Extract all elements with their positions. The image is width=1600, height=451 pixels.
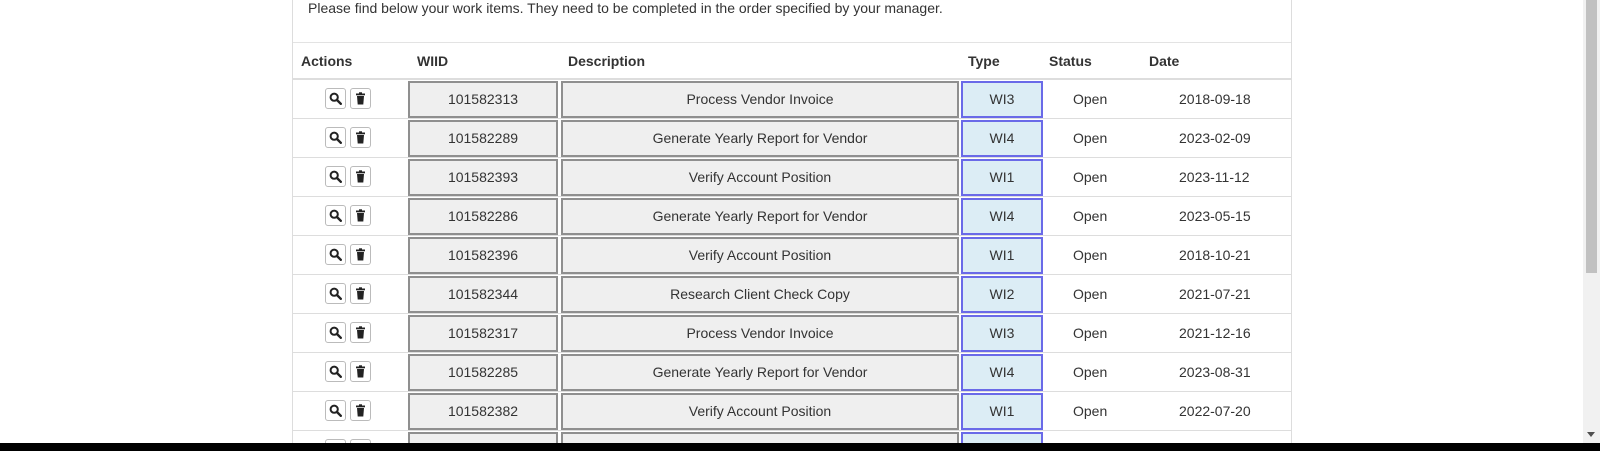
- row-actions: [325, 166, 375, 187]
- delete-button[interactable]: [350, 283, 371, 304]
- delete-button[interactable]: [350, 127, 371, 148]
- description-cell[interactable]: Verify Account Position: [561, 237, 959, 274]
- type-cell[interactable]: [961, 432, 1043, 443]
- table-row: [293, 431, 1291, 443]
- description-cell[interactable]: Verify Account Position: [561, 159, 959, 196]
- type-cell[interactable]: WI3: [961, 81, 1043, 118]
- delete-button[interactable]: [350, 88, 371, 109]
- status-cell: Open: [1073, 169, 1108, 185]
- table-row: 101582344 Research Client Check Copy WI2 Op…: [293, 275, 1291, 314]
- column-header-wiid[interactable]: WIID: [417, 53, 448, 69]
- status-cell: Open: [1073, 286, 1108, 302]
- view-button[interactable]: [325, 361, 346, 382]
- status-cell: Open: [1073, 403, 1108, 419]
- description-cell[interactable]: Process Vendor Invoice: [561, 81, 959, 118]
- delete-button[interactable]: [350, 322, 371, 343]
- wiid-cell[interactable]: 101582289: [408, 120, 558, 157]
- date-cell: 2021-12-16: [1179, 325, 1251, 341]
- description-cell[interactable]: Process Vendor Invoice: [561, 315, 959, 352]
- status-cell: Open: [1073, 364, 1108, 380]
- row-actions: [325, 88, 375, 109]
- type-cell[interactable]: WI3: [961, 315, 1043, 352]
- status-cell: Open: [1073, 208, 1108, 224]
- view-button[interactable]: [325, 322, 346, 343]
- wiid-cell[interactable]: [408, 432, 558, 443]
- description-cell[interactable]: Generate Yearly Report for Vendor: [561, 198, 959, 235]
- description-cell[interactable]: Generate Yearly Report for Vendor: [561, 120, 959, 157]
- view-button[interactable]: [325, 400, 346, 421]
- work-items-panel: Please find below your work items. They …: [292, 0, 1292, 443]
- column-header-description[interactable]: Description: [568, 53, 645, 69]
- table-row: 101582289 Generate Yearly Report for Vend…: [293, 119, 1291, 158]
- type-cell[interactable]: WI1: [961, 237, 1043, 274]
- wiid-cell[interactable]: 101582382: [408, 393, 558, 430]
- row-actions: [325, 127, 375, 148]
- scrollbar-thumb[interactable]: [1586, 0, 1597, 273]
- date-cell: 2023-08-31: [1179, 364, 1251, 380]
- row-actions: [325, 283, 375, 304]
- table-row: 101582382 Verify Account Position WI1 Open 2…: [293, 392, 1291, 431]
- wiid-cell[interactable]: 101582285: [408, 354, 558, 391]
- delete-button[interactable]: [350, 244, 371, 265]
- type-cell[interactable]: WI2: [961, 276, 1043, 313]
- delete-button[interactable]: [350, 400, 371, 421]
- type-cell[interactable]: WI4: [961, 198, 1043, 235]
- delete-button[interactable]: [350, 361, 371, 382]
- date-cell: 2023-05-15: [1179, 208, 1251, 224]
- type-cell[interactable]: WI1: [961, 393, 1043, 430]
- table-row: 101582317 Process Vendor Invoice WI3 Open 20…: [293, 314, 1291, 353]
- description-cell[interactable]: Research Client Check Copy: [561, 276, 959, 313]
- status-cell: Open: [1073, 247, 1108, 263]
- view-button[interactable]: [325, 127, 346, 148]
- status-cell: Open: [1073, 91, 1108, 107]
- column-header-actions: Actions: [301, 53, 353, 69]
- row-actions: [325, 205, 375, 226]
- view-button[interactable]: [325, 283, 346, 304]
- delete-button[interactable]: [350, 205, 371, 226]
- delete-button[interactable]: [350, 166, 371, 187]
- taskbar: [0, 443, 1600, 451]
- table-row: 101582396 Verify Account Position WI1 Open 2…: [293, 236, 1291, 275]
- divider: [293, 42, 1291, 43]
- table-row: 101582286 Generate Yearly Report for Vend…: [293, 197, 1291, 236]
- row-actions: [325, 244, 375, 265]
- view-button[interactable]: [325, 88, 346, 109]
- table-row: 101582313 Process Vendor Invoice WI3 Open 20…: [293, 80, 1291, 119]
- date-cell: 2023-11-12: [1179, 169, 1250, 185]
- wiid-cell[interactable]: 101582396: [408, 237, 558, 274]
- type-cell[interactable]: WI4: [961, 354, 1043, 391]
- date-cell: 2021-07-21: [1179, 286, 1251, 302]
- description-cell[interactable]: Verify Account Position: [561, 393, 959, 430]
- status-cell: Open: [1073, 325, 1108, 341]
- type-cell[interactable]: WI1: [961, 159, 1043, 196]
- description-cell[interactable]: Generate Yearly Report for Vendor: [561, 354, 959, 391]
- view-button[interactable]: [325, 244, 346, 265]
- column-header-status[interactable]: Status: [1049, 53, 1092, 69]
- view-button[interactable]: [325, 205, 346, 226]
- date-cell: 2018-10-21: [1179, 247, 1251, 263]
- column-header-date[interactable]: Date: [1149, 53, 1179, 69]
- date-cell: 2018-09-18: [1179, 91, 1251, 107]
- row-actions: [325, 322, 375, 343]
- row-actions: [325, 361, 375, 382]
- status-cell: Open: [1073, 130, 1108, 146]
- column-header-type[interactable]: Type: [968, 53, 1000, 69]
- scroll-down-arrow-icon[interactable]: [1587, 432, 1595, 437]
- view-button[interactable]: [325, 166, 346, 187]
- intro-text: Please find below your work items. They …: [308, 0, 943, 16]
- vertical-scrollbar[interactable]: [1583, 0, 1600, 443]
- wiid-cell[interactable]: 101582344: [408, 276, 558, 313]
- table-row: 101582393 Verify Account Position WI1 Open 2…: [293, 158, 1291, 197]
- wiid-cell[interactable]: 101582393: [408, 159, 558, 196]
- date-cell: 2022-07-20: [1179, 403, 1251, 419]
- row-actions: [325, 400, 375, 421]
- date-cell: 2023-02-09: [1179, 130, 1251, 146]
- type-cell[interactable]: WI4: [961, 120, 1043, 157]
- wiid-cell[interactable]: 101582313: [408, 81, 558, 118]
- table-row: 101582285 Generate Yearly Report for Vend…: [293, 353, 1291, 392]
- description-cell[interactable]: [561, 432, 959, 443]
- wiid-cell[interactable]: 101582317: [408, 315, 558, 352]
- wiid-cell[interactable]: 101582286: [408, 198, 558, 235]
